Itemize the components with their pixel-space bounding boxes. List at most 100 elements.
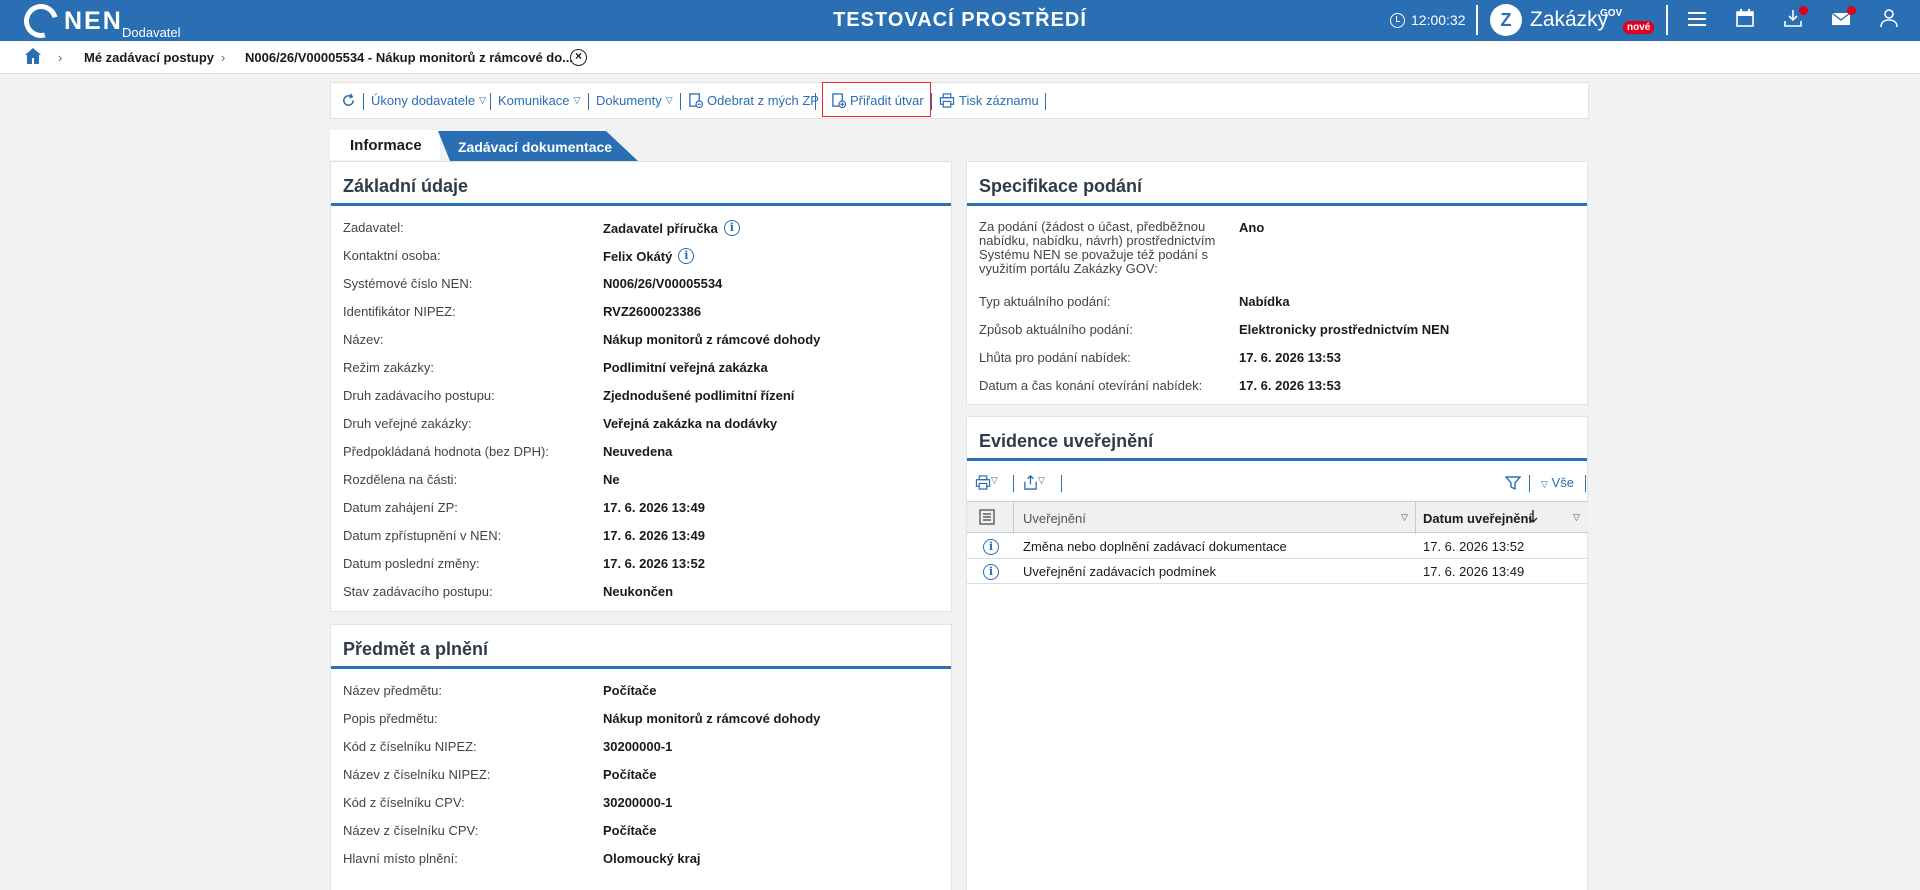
zakladni-value: Ne [603,472,620,487]
ukony-label: Úkony dodavatele [371,93,476,108]
publication-date: 17. 6. 2026 13:52 [1423,539,1525,554]
ukony-dodavatele-menu[interactable]: Úkony dodavatele ▽ [371,93,486,108]
predmet-label: Kód z číselníku NIPEZ: [343,739,477,754]
predmet-label: Hlavní místo plnění: [343,851,458,866]
download-icon[interactable] [1780,6,1808,34]
calendar-icon[interactable] [1732,8,1758,34]
tab-zadavaci-dokumentace[interactable]: Zadávací dokumentace [438,131,638,161]
toolbar-separator [363,93,364,110]
nen-logo-icon [17,0,65,45]
predmet-value-text: Počítače [603,767,657,782]
zakazky-gov-link[interactable]: Z Zakázky GOV nové [1490,4,1655,36]
publication-name[interactable]: Změna nebo doplnění zadávací dokumentace [1023,539,1287,554]
predmet-label: Název předmětu: [343,683,442,698]
tisk-label: Tisk záznamu [959,93,1039,108]
zakladni-value: 17. 6. 2026 13:52 [603,556,705,571]
column-header-datum[interactable]: Datum uveřejnění [1423,511,1532,526]
print-menu-icon[interactable]: ▽ [975,475,998,493]
zakladni-label: Systémové číslo NEN: [343,276,473,291]
info-icon[interactable]: i [678,248,695,264]
predmet-value: Počítače [603,767,656,782]
gov-text: Zakázky [1530,8,1609,31]
zakladni-label: Druh veřejné zakázky: [343,416,472,431]
info-icon[interactable]: i [723,220,740,236]
zakladni-value: 17. 6. 2026 13:49 [603,528,705,543]
publication-name[interactable]: Uveřejnění zadávacích podmínek [1023,564,1216,579]
zakladni-value: Neuvedena [603,444,672,459]
tisk-zaznamu-button[interactable]: Tisk záznamu [939,93,1039,108]
toolbar-separator [815,93,816,110]
publication-date: 17. 6. 2026 13:49 [1423,564,1525,579]
subject-title: Předmět a plnění [331,625,951,669]
mail-icon[interactable] [1828,6,1856,34]
zakladni-value-text: 17. 6. 2026 13:52 [603,556,705,571]
clock-time: 12:00:32 [1411,12,1466,28]
predmet-label: Název z číselníku NIPEZ: [343,767,491,782]
zakladni-label: Druh zadávacího postupu: [343,388,495,403]
tab-informace[interactable]: Informace [330,130,440,160]
filter-all-dropdown[interactable]: ▽ Vše [1541,475,1574,490]
column-header-uverejneni[interactable]: Uveřejnění [1023,511,1086,526]
publication-records-panel: Evidence uveřejnění ▽ ▽ ▽ Vše Uveřejnění… [966,416,1588,890]
spec-label: Za podání (žádost o účast, předběžnou na… [979,219,1216,276]
komunikace-menu[interactable]: Komunikace ▽ [498,93,580,108]
sort-descending-icon[interactable] [1527,509,1539,526]
nen-logo[interactable]: NEN [17,0,123,45]
printer-icon [939,93,955,108]
close-tab-icon[interactable]: × [570,49,587,66]
zakladni-value: Veřejná zakázka na dodávky [603,416,777,431]
info-icon[interactable]: i [983,563,999,580]
filter-all-label: Vše [1551,475,1574,490]
column-settings-icon[interactable] [979,509,995,528]
zakladni-value-text: RVZ2600023386 [603,304,702,319]
breadcrumb-item-current[interactable]: N006/26/V00005534 - Nákup monitorů z rám… [245,50,573,65]
chevron-right-icon: › [221,50,226,65]
odebrat-z-mych-zp-button[interactable]: Odebrat z mých ZP [688,93,819,108]
session-clock: 12:00:32 [1390,12,1466,28]
toolbar-separator [1529,475,1530,492]
action-toolbar: Úkony dodavatele ▽ Komunikace ▽ Dokumenty ▽… [330,82,1589,119]
remove-document-icon [689,93,703,108]
zakladni-label: Název: [343,332,384,347]
table-row[interactable]: i Změna nebo doplnění zadávací dokumenta… [967,534,1588,559]
zakladni-value-text: Nákup monitorů z rámcové dohody [603,332,821,347]
predmet-label: Název z číselníku CPV: [343,823,479,838]
export-menu-icon[interactable]: ▽ [1023,475,1045,493]
filter-icon[interactable] [1504,475,1522,494]
predmet-value: Olomoucký kraj [603,851,701,866]
header-separator [1476,5,1478,35]
spec-label: Způsob aktuálního podání: [979,322,1133,337]
refresh-icon[interactable] [341,93,356,108]
table-header: Uveřejnění ▽ Datum uveřejnění ▽ [967,501,1588,534]
predmet-value: Nákup monitorů z rámcové dohody [603,711,820,726]
info-icon[interactable]: i [983,538,999,555]
zakladni-value-text: Ne [603,472,620,487]
gov-new-badge: nové [1623,21,1655,34]
spec-value: 17. 6. 2026 13:53 [1239,350,1341,365]
logo-subtitle: Dodavatel [122,25,181,40]
basic-info-panel: Základní údaje Zadavatel: Zadavatel příru… [330,161,952,612]
dokumenty-menu[interactable]: Dokumenty ▽ [596,93,673,108]
column-divider [1415,502,1416,534]
column-filter-icon[interactable]: ▽ [1573,512,1580,523]
spec-value: Nabídka [1239,294,1290,309]
column-filter-icon[interactable]: ▽ [1401,512,1408,523]
basic-info-title: Základní údaje [331,162,951,206]
table-row[interactable]: i Uveřejnění zadávacích podmínek 17. 6. … [967,559,1588,584]
clock-icon [1390,12,1405,28]
highlight-box [822,82,931,117]
spec-label: Typ aktuálního podání: [979,294,1111,309]
user-icon[interactable] [1876,8,1902,34]
toolbar-separator [1045,93,1046,110]
header-separator [1666,5,1668,35]
home-icon[interactable] [24,47,42,65]
menu-icon[interactable] [1684,8,1710,34]
zakladni-label: Předpokládaná hodnota (bez DPH): [343,444,549,459]
submission-spec-title: Specifikace podání [967,162,1587,206]
publication-records-title: Evidence uveřejnění [967,417,1587,461]
zakladni-value: Neukončen [603,584,673,599]
breadcrumb: › Mé zadávací postupy › N006/26/V0000553… [0,41,1920,74]
publication-toolbar: ▽ ▽ ▽ Vše [967,467,1588,499]
predmet-value-text: Olomoucký kraj [603,851,701,866]
breadcrumb-item-my-procedures[interactable]: Mé zadávací postupy [84,50,214,65]
